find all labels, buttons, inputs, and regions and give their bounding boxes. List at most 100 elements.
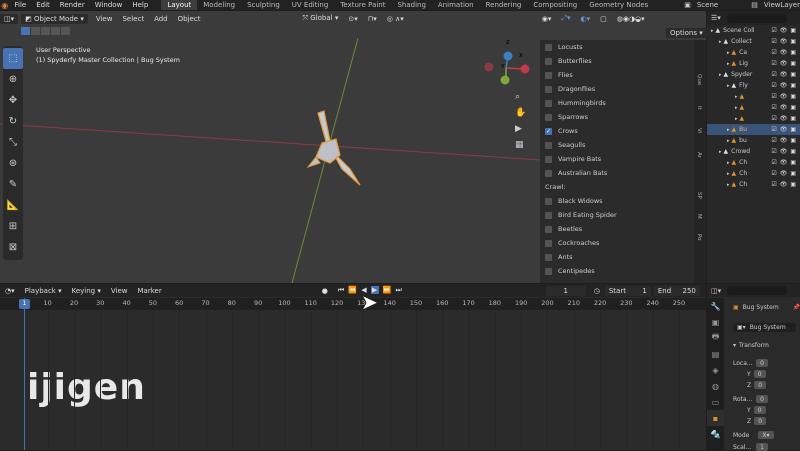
checkbox[interactable] (545, 99, 552, 107)
tab-shading[interactable]: Shading (391, 0, 431, 10)
render-camera-icon[interactable]: ▣ (790, 115, 796, 122)
render-camera-icon[interactable]: ▣ (790, 71, 796, 78)
menu-playback[interactable]: Playback ▾ (20, 287, 67, 295)
select-extend-icon[interactable] (31, 27, 40, 35)
outliner-row[interactable]: ▸ ▲ Spyder ☑ 👁 ▣ (707, 69, 800, 80)
transform-icon[interactable]: ⊛ (3, 153, 23, 174)
exclude-checkbox-icon[interactable]: ☑ (771, 38, 776, 45)
checkbox[interactable] (545, 85, 552, 93)
start-frame-field[interactable]: Start 1 (604, 285, 651, 296)
sidebar-tab[interactable]: SP (696, 192, 702, 199)
visibility-eye-icon[interactable]: 👁 (780, 60, 788, 67)
visibility-eye-icon[interactable]: 👁 (780, 93, 788, 100)
expand-arrow-icon[interactable]: ▸ (735, 116, 738, 122)
exclude-checkbox-icon[interactable]: ☑ (771, 60, 776, 67)
add-object-icon[interactable]: ⊠ (3, 237, 23, 258)
checkbox-row[interactable]: Bird Eating Spider (540, 208, 694, 222)
menu-object[interactable]: Object (173, 15, 206, 23)
exclude-checkbox-icon[interactable]: ☑ (771, 170, 776, 177)
end-frame-field[interactable]: End 250 (653, 285, 700, 296)
select-box-icon[interactable]: ⬚ (3, 48, 23, 69)
outliner-row[interactable]: ▸ ▲ bu ☑ 👁 ▣ (707, 135, 800, 146)
properties-editor-type-icon[interactable]: ◫▾ (711, 287, 721, 295)
data-block-selector[interactable]: ▣▾ Bug System (733, 323, 796, 332)
outliner-row[interactable]: ▸ ▲ Bu ☑ 👁 ▣ (707, 124, 800, 135)
expand-arrow-icon[interactable]: ▸ (727, 83, 730, 89)
sidebar-tab[interactable]: Vi (696, 128, 702, 133)
checkbox[interactable] (545, 267, 552, 275)
outliner-row[interactable]: ▸ ▲ Scene Coll ☑ 👁 ▣ (707, 25, 800, 36)
visibility-eye-icon[interactable]: 👁 (780, 82, 788, 89)
checkbox-row[interactable]: Black Widows (540, 194, 694, 208)
tab-animation[interactable]: Animation (432, 0, 480, 10)
object-props-icon[interactable]: ▪ (707, 410, 724, 426)
expand-arrow-icon[interactable]: ▸ (727, 160, 730, 166)
checkbox-row[interactable]: Centipedes (540, 264, 694, 278)
tab-compositing[interactable]: Compositing (527, 0, 583, 10)
visibility-eye-icon[interactable]: 👁 (780, 181, 788, 188)
view-layer-icon[interactable]: ▤ (751, 1, 758, 9)
transform-orientation[interactable]: ⤧ Global ▾ (297, 14, 343, 23)
checkbox[interactable] (545, 253, 552, 261)
exclude-checkbox-icon[interactable]: ☑ (771, 126, 776, 133)
tool-settings-icon[interactable]: 🔧 (707, 298, 724, 314)
checkbox[interactable] (545, 169, 552, 177)
expand-arrow-icon[interactable]: ▸ (727, 171, 730, 177)
render-camera-icon[interactable]: ▣ (790, 38, 796, 45)
outliner-row[interactable]: ▸ ▲ Crowd ☑ 👁 ▣ (707, 146, 800, 157)
options-button[interactable]: Options ▾ (666, 28, 707, 38)
gizmo-toggle-icon[interactable]: ⤢▾ (556, 14, 575, 23)
outliner-row[interactable]: ▸ ▲ ☑ 👁 ▣ (707, 113, 800, 124)
menu-timeline-view[interactable]: View (106, 287, 133, 295)
render-camera-icon[interactable]: ▣ (790, 82, 796, 89)
exclude-checkbox-icon[interactable]: ☑ (771, 27, 776, 34)
rotation-z-field[interactable]: 0 (754, 417, 767, 425)
exclude-checkbox-icon[interactable]: ☑ (771, 137, 776, 144)
menu-render[interactable]: Render (55, 1, 90, 9)
select-subtract-icon[interactable] (41, 27, 50, 35)
collection-props-icon[interactable]: ▭ (707, 394, 724, 410)
checkbox-row[interactable]: Sparrows (540, 110, 694, 124)
visibility-eye-icon[interactable]: 👁 (780, 38, 788, 45)
sidebar-tab[interactable]: It (696, 106, 702, 110)
rotate-icon[interactable]: ↻ (3, 111, 23, 132)
tab-modeling[interactable]: Modeling (197, 0, 241, 10)
pivot-icon[interactable]: ⊙▾ (343, 15, 362, 23)
outliner-row[interactable]: ▸ ▲ Ch ☑ 👁 ▣ (707, 179, 800, 190)
checkbox-row[interactable]: Cockroaches (540, 236, 694, 250)
visibility-eye-icon[interactable]: 👁 (780, 115, 788, 122)
outliner-row[interactable]: ▸ ▲ Ca ☑ 👁 ▣ (707, 47, 800, 58)
checkbox[interactable] (545, 141, 552, 149)
rotation-mode-select[interactable]: X ▾ (758, 431, 774, 439)
scene-props-icon[interactable]: ◈ (707, 362, 724, 378)
checkbox-row[interactable]: Vampire Bats (540, 152, 694, 166)
outliner-display-mode-icon[interactable]: ☰▾ (711, 14, 721, 22)
scene-icon[interactable]: ▣ (684, 1, 691, 9)
rotation-x-field[interactable]: 0 (756, 395, 768, 403)
checkbox-row[interactable]: Hummingbirds (540, 96, 694, 110)
expand-arrow-icon[interactable]: ▸ (727, 182, 730, 188)
sidebar-tab[interactable]: Que (696, 74, 702, 85)
expand-arrow-icon[interactable]: ▸ (719, 39, 722, 45)
location-x-field[interactable]: 0 (756, 359, 768, 367)
outliner-row[interactable]: ▸ ▲ Collect ☑ 👁 ▣ (707, 36, 800, 47)
checkbox[interactable] (545, 113, 552, 121)
shading-mode-icons[interactable]: ◍◉◑◒▾ (612, 15, 650, 23)
exclude-checkbox-icon[interactable]: ☑ (771, 181, 776, 188)
perspective-grid-icon[interactable]: ▦ (515, 140, 526, 150)
editor-type-icon[interactable]: ◫▾ (0, 13, 19, 24)
menu-file[interactable]: File (10, 1, 32, 9)
checkbox-row[interactable]: Ants (540, 250, 694, 264)
checkbox[interactable] (545, 211, 552, 219)
exclude-checkbox-icon[interactable]: ☑ (771, 93, 776, 100)
view-layer-name[interactable]: ViewLayer (764, 1, 800, 9)
tab-texture-paint[interactable]: Texture Paint (334, 0, 391, 10)
cursor-icon[interactable]: ⊕ (3, 69, 23, 90)
pan-hand-icon[interactable]: ✋ (515, 108, 526, 118)
render-camera-icon[interactable]: ▣ (790, 49, 796, 56)
tab-uv-editing[interactable]: UV Editing (286, 0, 335, 10)
current-frame-field[interactable]: 1 (545, 285, 586, 296)
properties-search-input[interactable] (727, 286, 788, 295)
expand-arrow-icon[interactable]: ▸ (719, 149, 722, 155)
camera-view-icon[interactable]: ▶ (515, 124, 526, 134)
